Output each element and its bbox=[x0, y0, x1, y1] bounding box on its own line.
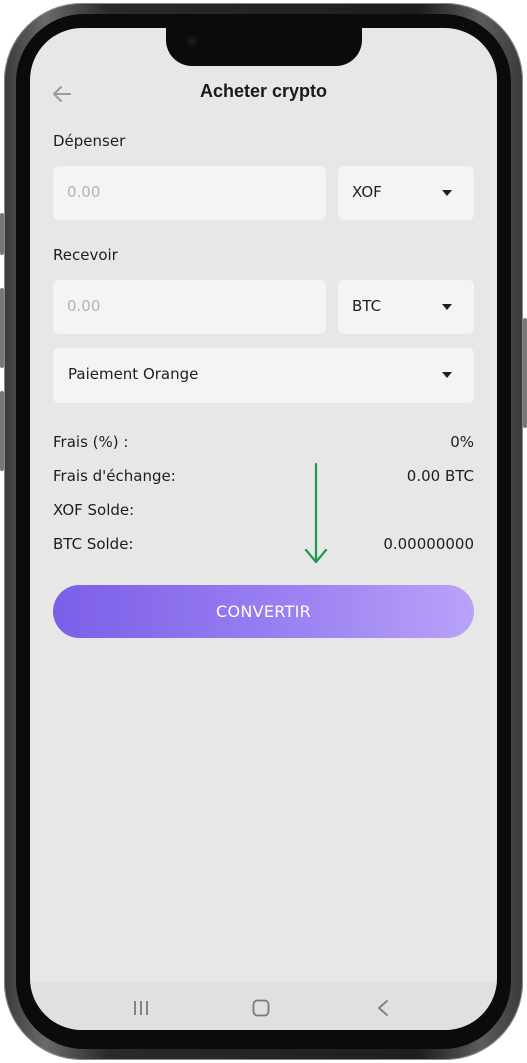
caret-down-icon bbox=[442, 304, 452, 310]
info-value: 0% bbox=[450, 433, 474, 451]
spend-currency-value: XOF bbox=[352, 183, 382, 201]
silent-switch bbox=[0, 213, 4, 255]
convert-button[interactable]: CONVERTIR bbox=[53, 585, 474, 638]
front-camera bbox=[186, 35, 198, 47]
recents-icon[interactable] bbox=[132, 1000, 150, 1016]
volume-down-button bbox=[0, 391, 4, 471]
receive-amount-input[interactable]: 0.00 bbox=[53, 280, 326, 334]
caret-down-icon bbox=[442, 372, 452, 378]
arrow-down-annotation-icon bbox=[304, 462, 328, 564]
info-key: Frais (%) : bbox=[53, 433, 129, 451]
payment-method-value: Paiement Orange bbox=[68, 365, 199, 383]
spend-currency-select[interactable]: XOF bbox=[338, 166, 474, 220]
info-row-exchange-fees: Frais d'échange: 0.00 BTC bbox=[53, 467, 474, 487]
power-button bbox=[523, 318, 527, 428]
payment-method-select[interactable]: Paiement Orange bbox=[53, 348, 474, 403]
spend-amount-input[interactable]: 0.00 bbox=[53, 166, 326, 220]
receive-label: Recevoir bbox=[53, 246, 118, 264]
info-row-btc-balance: BTC Solde: 0.00000000 bbox=[53, 535, 474, 555]
info-row-xof-balance: XOF Solde: bbox=[53, 501, 474, 521]
page-title: Acheter crypto bbox=[199, 81, 328, 101]
receive-currency-value: BTC bbox=[352, 297, 382, 315]
volume-up-button bbox=[0, 288, 4, 368]
notch bbox=[166, 28, 362, 66]
receive-amount-placeholder: 0.00 bbox=[67, 297, 101, 315]
info-key: XOF Solde: bbox=[53, 501, 135, 519]
system-navbar bbox=[30, 982, 497, 1030]
app-screen: Acheter crypto Dépenser 0.00 XOF Recevoi… bbox=[30, 28, 497, 1030]
caret-down-icon bbox=[442, 190, 452, 196]
receive-currency-select[interactable]: BTC bbox=[338, 280, 474, 334]
app-header: Acheter crypto bbox=[30, 78, 497, 110]
info-value: 0.00 BTC bbox=[406, 467, 474, 485]
info-key: Frais d'échange: bbox=[53, 467, 176, 485]
info-row-fees-percent: Frais (%) : 0% bbox=[53, 433, 474, 453]
info-value: 0.00000000 bbox=[383, 535, 474, 553]
back-icon[interactable] bbox=[376, 999, 390, 1017]
spend-label: Dépenser bbox=[53, 132, 126, 150]
spend-amount-placeholder: 0.00 bbox=[67, 183, 101, 201]
home-icon[interactable] bbox=[252, 999, 270, 1017]
info-key: BTC Solde: bbox=[53, 535, 134, 553]
